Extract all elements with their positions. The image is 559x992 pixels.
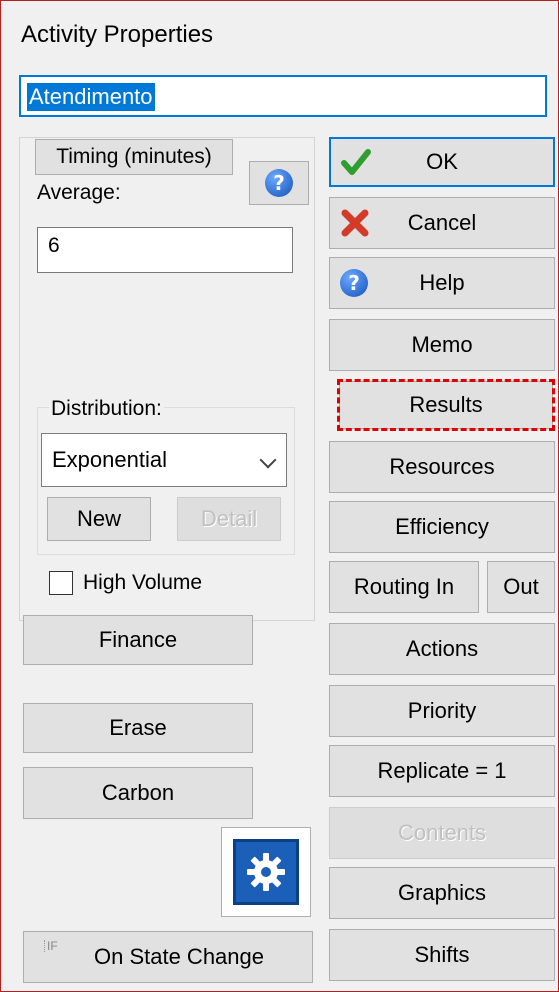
routing-in-button[interactable]: Routing In: [329, 561, 479, 613]
help-button[interactable]: ? Help: [329, 257, 555, 309]
detail-button[interactable]: Detail: [177, 497, 281, 541]
ok-button[interactable]: OK: [329, 137, 555, 187]
graphics-button[interactable]: Graphics: [329, 867, 555, 919]
high-volume-label: High Volume: [83, 571, 203, 594]
distribution-label: Distribution:: [49, 397, 164, 421]
resources-button[interactable]: Resources: [329, 441, 555, 493]
distribution-value: Exponential: [52, 447, 167, 472]
actions-button[interactable]: Actions: [329, 623, 555, 675]
timing-group-label: Timing (minutes): [35, 139, 233, 175]
contents-button[interactable]: Contents: [329, 807, 555, 859]
memo-button[interactable]: Memo: [329, 319, 555, 371]
chevron-down-icon: [259, 451, 277, 469]
gear-button[interactable]: [221, 827, 311, 917]
question-icon: ?: [340, 269, 368, 297]
priority-button[interactable]: Priority: [329, 685, 555, 737]
question-icon: ?: [265, 169, 293, 197]
help-label: Help: [419, 270, 465, 295]
results-highlight-box: [337, 379, 555, 431]
cancel-label: Cancel: [407, 210, 477, 235]
activity-name-input[interactable]: Atendimento: [19, 75, 547, 117]
check-icon: [341, 149, 371, 175]
high-volume-checkbox[interactable]: [49, 571, 73, 595]
gear-icon: [233, 839, 299, 905]
timing-help-button[interactable]: ?: [249, 161, 309, 205]
x-icon: [341, 209, 369, 237]
distribution-select[interactable]: Exponential: [41, 433, 287, 487]
average-input[interactable]: 6: [37, 227, 293, 273]
efficiency-button[interactable]: Efficiency: [329, 501, 555, 553]
routing-out-button[interactable]: Out: [487, 561, 555, 613]
if-icon: IF: [44, 940, 58, 952]
dialog-title: Activity Properties: [21, 21, 214, 48]
activity-name-value: Atendimento: [27, 83, 155, 111]
carbon-button[interactable]: Carbon: [23, 767, 253, 819]
on-state-change-label: On State Change: [93, 944, 264, 969]
new-distribution-button[interactable]: New: [47, 497, 151, 541]
erase-button[interactable]: Erase: [23, 703, 253, 753]
replicate-button[interactable]: Replicate = 1: [329, 745, 555, 797]
finance-button[interactable]: Finance: [23, 615, 253, 665]
shifts-button[interactable]: Shifts: [329, 929, 555, 981]
activity-properties-dialog: Activity Properties Atendimento Timing (…: [0, 0, 559, 992]
average-label: Average:: [37, 181, 121, 204]
on-state-change-button[interactable]: IF On State Change: [23, 931, 313, 983]
ok-label: OK: [426, 149, 458, 174]
cancel-button[interactable]: Cancel: [329, 197, 555, 249]
